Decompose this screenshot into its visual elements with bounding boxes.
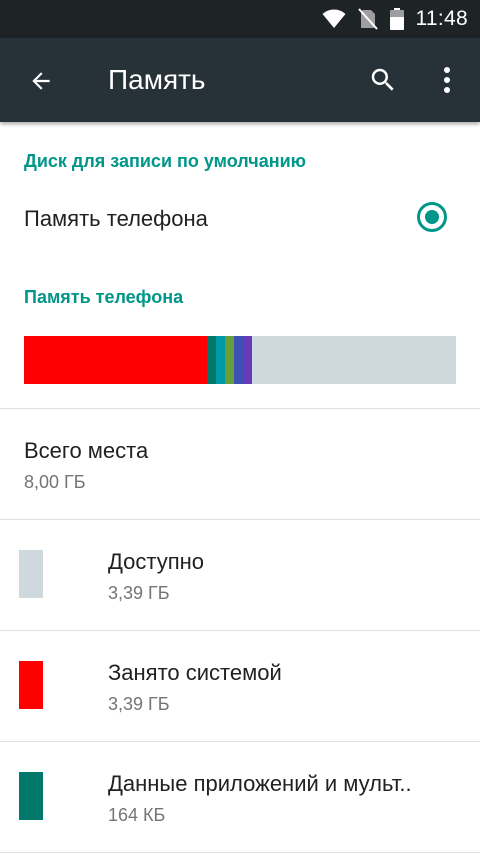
category-label: Доступно [108,549,205,574]
radio-button-selected[interactable] [417,202,447,232]
battery-icon [389,8,404,30]
category-row-app-data[interactable]: Данные приложений и мульт.. 164 КБ [0,742,480,852]
default-disk-option-label: Память телефона [24,206,208,231]
color-swatch [19,772,43,820]
divider [0,408,480,409]
no-sim-icon [357,8,378,30]
default-disk-option[interactable]: Память телефона [0,192,480,248]
page-title: Память [108,64,206,95]
search-icon[interactable] [366,63,400,97]
clock: 11:48 [415,7,468,30]
category-size: 3,39 ГБ [108,583,170,603]
app-bar: Память [0,38,480,122]
usage-segment [225,336,235,384]
status-bar: 11:48 [0,0,480,38]
default-disk-header: Диск для записи по умолчанию [24,151,307,171]
content: Диск для записи по умолчанию Память теле… [0,122,480,854]
arrow-back-icon[interactable] [26,66,56,96]
usage-segment [207,336,217,384]
category-size: 3,39 ГБ [108,694,170,714]
category-label: Занято системой [108,660,282,685]
category-size: 164 КБ [108,805,166,825]
total-space[interactable]: Всего места 8,00 ГБ [24,438,148,493]
usage-segment [24,336,208,384]
color-swatch [19,550,43,598]
usage-segment [216,336,226,384]
category-label: Данные приложений и мульт.. [108,771,412,796]
usage-segment [234,336,244,384]
divider [0,852,480,853]
total-space-value: 8,00 ГБ [24,472,86,492]
radio-dot [425,210,439,224]
category-row-available[interactable]: Доступно 3,39 ГБ [0,520,480,630]
wifi-icon [322,9,346,29]
more-vert-icon[interactable] [432,63,462,97]
color-swatch [19,661,43,709]
phone-storage-header: Память телефона [24,287,184,307]
category-row-system[interactable]: Занято системой 3,39 ГБ [0,631,480,741]
storage-usage-bar [24,336,456,384]
total-space-label: Всего места [24,438,149,463]
usage-segment [243,336,253,384]
